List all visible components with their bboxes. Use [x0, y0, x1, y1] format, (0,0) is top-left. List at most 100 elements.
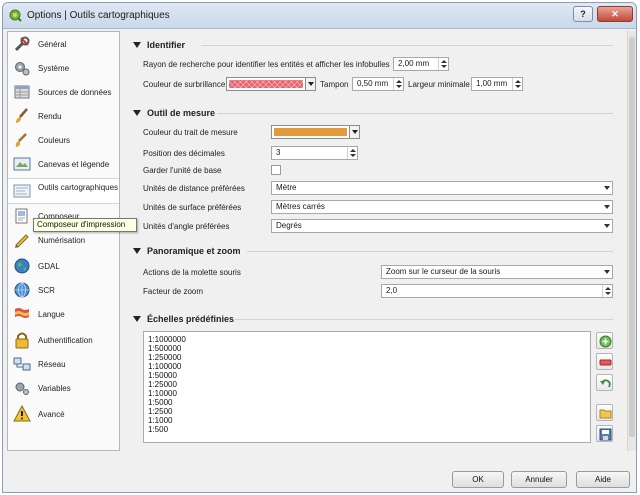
decimals-label: Position des décimales	[143, 149, 225, 158]
select-value: Mètres carrés	[276, 202, 325, 211]
list-item[interactable]: 1:50000	[148, 371, 177, 380]
options-sidebar: Général Système Sources de données Rendu…	[7, 31, 120, 451]
sidebar-item-label: Canevas et légende	[38, 159, 110, 169]
sidebar-item-language[interactable]: Langue	[8, 302, 119, 326]
sidebar-item-system[interactable]: Système	[8, 56, 119, 80]
tooltip: Composeur d'impression	[33, 218, 137, 232]
window-title: Options | Outils cartographiques	[27, 10, 170, 21]
sidebar-item-label: Rendu	[38, 111, 62, 121]
composer-icon	[15, 208, 28, 224]
sidebar-item-label: Numérisation	[38, 235, 86, 245]
collapse-arrow-icon	[133, 248, 141, 254]
spin-arrows-icon[interactable]	[438, 58, 448, 70]
variables-icon	[15, 382, 29, 395]
list-item[interactable]: 1:10000	[148, 389, 177, 398]
spin-arrows-icon[interactable]	[512, 78, 522, 90]
sidebar-item-gdal[interactable]: GDAL	[8, 254, 119, 278]
add-scale-button[interactable]	[596, 332, 613, 349]
angle-units-select[interactable]: Degrés	[271, 219, 613, 233]
keep-units-label: Garder l'unité de base	[143, 166, 222, 175]
list-item[interactable]: 1:1000000	[148, 335, 186, 344]
sidebar-item-label: Réseau	[38, 359, 66, 369]
sidebar-item-map-tools[interactable]: Outils cartographiques	[8, 178, 119, 204]
help-button[interactable]: Aide	[576, 471, 630, 488]
remove-icon	[599, 359, 612, 366]
sidebar-item-label: Avancé	[38, 409, 65, 419]
window-close-button[interactable]: ✕	[597, 6, 633, 22]
scales-group-header[interactable]: Échelles prédéfinies	[133, 313, 234, 325]
list-item[interactable]: 1:250000	[148, 353, 181, 362]
sidebar-item-rendering[interactable]: Rendu	[8, 104, 119, 128]
zoom-factor-spinbox[interactable]: 2,0	[381, 284, 613, 298]
list-item[interactable]: 1:500	[148, 425, 168, 434]
chevron-down-icon[interactable]	[602, 220, 612, 232]
undo-icon	[600, 379, 611, 388]
sidebar-item-label: Outils cartographiques	[38, 183, 119, 192]
remove-scale-button[interactable]	[596, 353, 613, 370]
map-tools-icon	[13, 184, 31, 198]
warning-icon	[13, 405, 31, 422]
content-scrollbar[interactable]	[627, 31, 636, 451]
spin-arrows-icon[interactable]	[602, 285, 612, 297]
sidebar-item-crs[interactable]: SCR	[8, 278, 119, 302]
sidebar-item-general[interactable]: Général	[8, 32, 119, 56]
list-item[interactable]: 1:1000	[148, 416, 172, 425]
group-title: Identifier	[147, 40, 186, 50]
pan-zoom-group-header[interactable]: Panoramique et zoom	[133, 245, 241, 257]
sidebar-item-authentication[interactable]: Authentification	[8, 328, 119, 352]
import-scales-button[interactable]	[596, 404, 613, 421]
spin-arrows-icon[interactable]	[393, 78, 403, 90]
folder-icon	[599, 409, 612, 419]
wrench-icon	[14, 36, 30, 52]
spin-arrows-icon[interactable]	[347, 147, 357, 159]
chevron-down-icon[interactable]	[349, 126, 359, 138]
list-item[interactable]: 1:500000	[148, 344, 181, 353]
chevron-down-icon[interactable]	[305, 78, 315, 90]
cancel-button[interactable]: Annuler	[511, 471, 567, 488]
list-item[interactable]: 1:2500	[148, 407, 172, 416]
chevron-down-icon[interactable]	[602, 182, 612, 194]
wheel-action-label: Actions de la molette souris	[143, 268, 241, 277]
decimals-spinbox[interactable]: 3	[271, 146, 358, 160]
group-title: Panoramique et zoom	[147, 246, 241, 256]
measure-group-header[interactable]: Outil de mesure	[133, 107, 215, 119]
reset-scales-button[interactable]	[596, 374, 613, 391]
sidebar-item-canvas-legend[interactable]: Canevas et légende	[8, 152, 119, 176]
area-units-select[interactable]: Mètres carrés	[271, 200, 613, 214]
ok-button[interactable]: OK	[452, 471, 504, 488]
sidebar-item-datasources[interactable]: Sources de données	[8, 80, 119, 104]
list-item[interactable]: 1:100000	[148, 362, 181, 371]
scrollbar-thumb[interactable]	[629, 37, 635, 437]
sidebar-item-network[interactable]: Réseau	[8, 352, 119, 376]
min-width-spinbox[interactable]: 1,00 mm	[471, 77, 523, 91]
scales-list[interactable]: 1:1000000 1:500000 1:250000 1:100000 1:5…	[143, 331, 591, 443]
sidebar-item-variables[interactable]: Variables	[8, 376, 119, 400]
spinbox-value: 1,00 mm	[476, 79, 508, 88]
min-width-label: Largeur minimale	[408, 80, 470, 89]
distance-units-select[interactable]: Mètre	[271, 181, 613, 195]
buffer-spinbox[interactable]: 0,50 mm	[352, 77, 404, 91]
keep-units-checkbox[interactable]	[271, 165, 281, 175]
sidebar-item-advanced[interactable]: Avancé	[8, 402, 119, 426]
list-item[interactable]: 1:25000	[148, 380, 177, 389]
group-divider	[217, 113, 613, 114]
wheel-action-select[interactable]: Zoom sur le curseur de la souris	[381, 265, 613, 279]
group-title: Échelles prédéfinies	[147, 314, 235, 324]
list-item[interactable]: 1:5000	[148, 398, 172, 407]
flag-icon	[15, 308, 29, 318]
area-units-label: Unités de surface préférées	[143, 203, 242, 212]
search-radius-spinbox[interactable]: 2,00 mm	[393, 57, 449, 71]
chevron-down-icon[interactable]	[602, 201, 612, 213]
group-divider	[201, 45, 613, 46]
group-divider	[235, 319, 613, 320]
sidebar-item-colors[interactable]: Couleurs	[8, 128, 119, 152]
sidebar-item-label: Sources de données	[38, 87, 112, 97]
highlight-color-button[interactable]	[226, 77, 316, 91]
window-help-button[interactable]: ?	[573, 6, 593, 22]
network-icon	[13, 357, 31, 371]
chevron-down-icon[interactable]	[602, 266, 612, 278]
save-scales-button[interactable]	[596, 425, 613, 442]
rubberband-color-button[interactable]	[271, 125, 360, 139]
save-icon	[599, 428, 612, 441]
identify-group-header[interactable]: Identifier	[133, 39, 185, 51]
